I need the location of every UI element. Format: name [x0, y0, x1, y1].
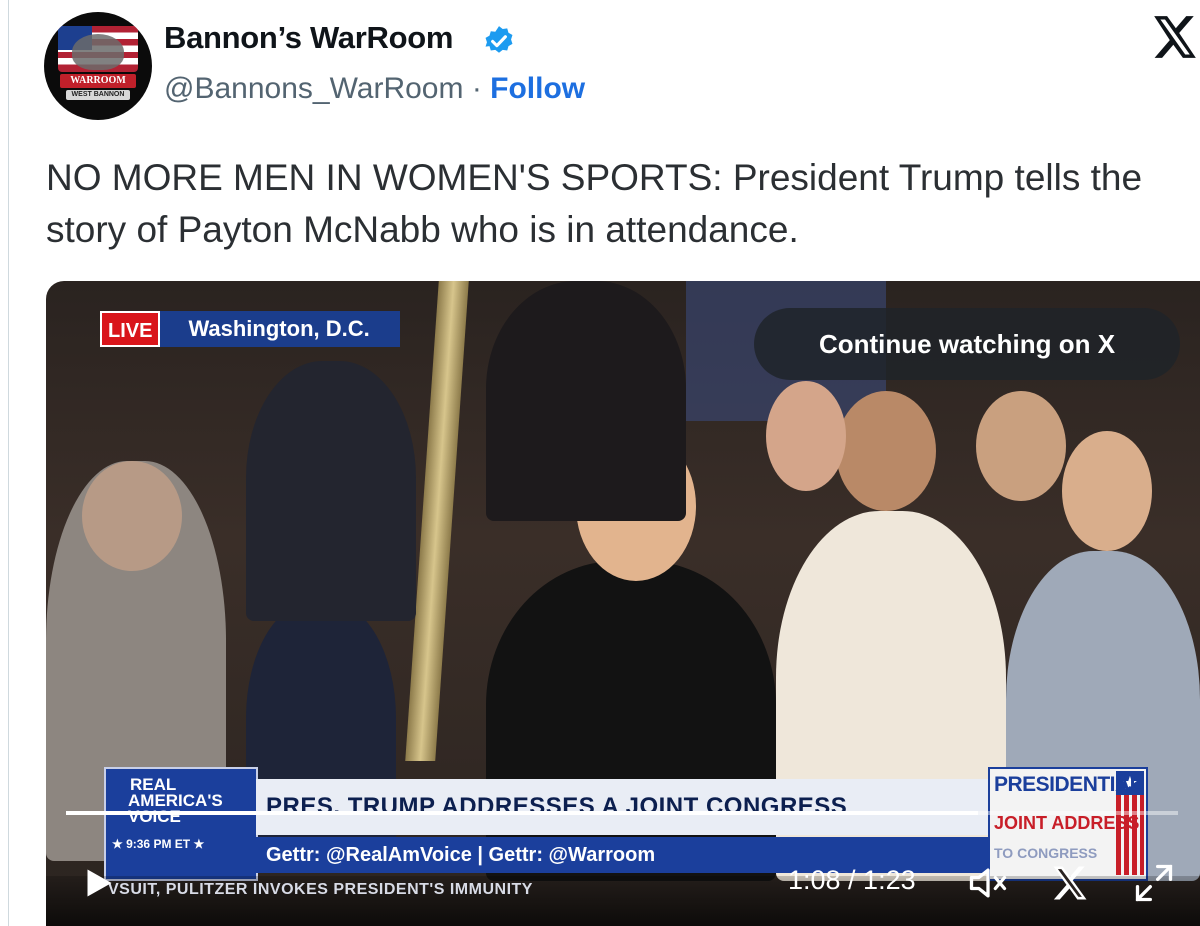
avatar-eagle — [72, 34, 124, 70]
video-progress-fill — [66, 811, 978, 815]
handle-separator: · — [463, 72, 491, 105]
event-tail: TO CONGRESS — [994, 845, 1098, 861]
card-border — [8, 0, 9, 926]
live-location-badge: LIVE Washington, D.C. — [100, 311, 400, 347]
tweet-text: NO MORE MEN IN WOMEN'S SPORTS: President… — [46, 157, 1143, 250]
follow-button[interactable]: Follow — [490, 72, 585, 105]
event-subtitle: JOINT ADDRESS — [994, 813, 1140, 833]
live-label: LIVE — [100, 311, 161, 347]
mute-icon[interactable] — [966, 861, 1010, 905]
broadcast-headline: PRES. TRUMP ADDRESSES A JOINT CONGRESS — [256, 779, 996, 835]
attendee-figure — [246, 361, 416, 621]
avatar[interactable]: WARROOM WEST BANNON — [44, 12, 152, 120]
video-progress-bar[interactable] — [66, 811, 1178, 815]
avatar-text: WARROOM — [60, 74, 136, 88]
attendee-head — [976, 391, 1066, 501]
news-crawl: VSUIT, PULITZER INVOKES PRESIDENT'S IMMU… — [108, 881, 533, 898]
attendee-head — [836, 391, 936, 511]
x-logo-icon[interactable] — [1150, 12, 1200, 62]
event-title: PRESIDENTIAL — [994, 773, 1143, 796]
network-time: ★ 9:36 PM ET ★ — [112, 837, 205, 851]
attendee-head — [82, 461, 182, 571]
author-handle[interactable]: @Bannons_WarRoom — [164, 72, 463, 105]
video-player[interactable]: LIVE Washington, D.C. Continue watching … — [46, 281, 1200, 926]
avatar-subtext: WEST BANNON — [66, 90, 130, 100]
location-label: Washington, D.C. — [160, 311, 400, 347]
handle-row: @Bannons_WarRoom · Follow — [164, 72, 585, 106]
video-time: 1:08 / 1:23 — [788, 865, 916, 895]
verified-badge-icon — [485, 26, 513, 53]
x-logo-small-icon[interactable] — [1048, 861, 1092, 905]
attendee-head — [766, 381, 846, 491]
play-icon[interactable] — [80, 863, 116, 903]
network-logo: REAL AMERICA'S VOICE ★ 9:36 PM ET ★ — [104, 767, 258, 881]
author-name[interactable]: Bannon’s WarRoom — [164, 20, 453, 56]
fullscreen-icon[interactable] — [1132, 861, 1176, 905]
attendee-figure — [486, 281, 686, 521]
attendee-head — [1062, 431, 1152, 551]
continue-watching-button[interactable]: Continue watching on X — [754, 308, 1180, 380]
network-line3: VOICE — [128, 807, 181, 826]
